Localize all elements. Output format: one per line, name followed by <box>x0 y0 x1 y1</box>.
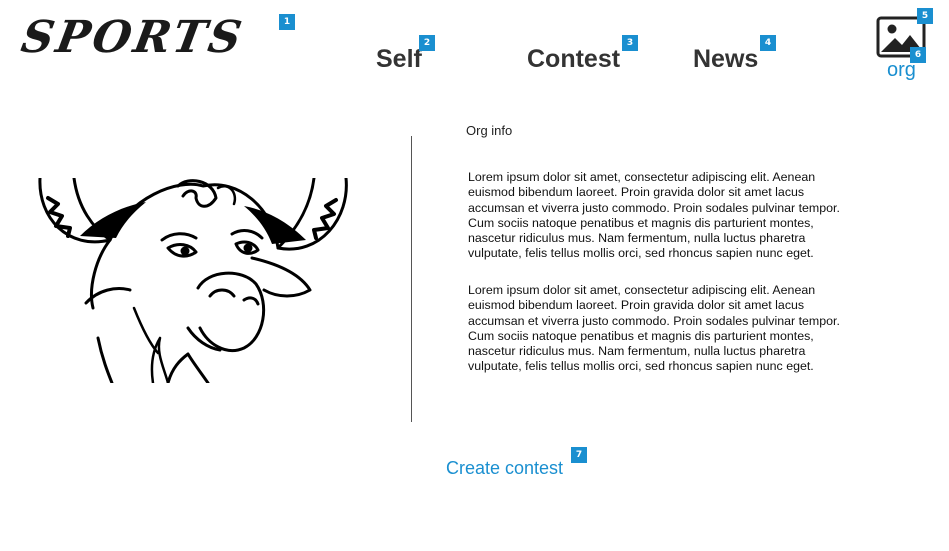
badge-3: 3 <box>622 35 638 51</box>
content-divider <box>411 136 412 422</box>
section-title: Org info <box>466 123 513 138</box>
org-logo <box>38 176 348 385</box>
nav-contest[interactable]: Contest <box>527 47 620 72</box>
nav-self[interactable]: Self <box>376 47 422 72</box>
create-contest-button[interactable]: Create contest <box>446 458 563 479</box>
org-description-paragraph-2: Lorem ipsum dolor sit amet, consectetur … <box>468 283 840 374</box>
org-description-paragraph-1: Lorem ipsum dolor sit amet, consectetur … <box>468 170 840 261</box>
badge-2: 2 <box>419 35 435 51</box>
badge-1: 1 <box>279 14 295 30</box>
org-link[interactable]: org <box>887 59 916 82</box>
badge-4: 4 <box>760 35 776 51</box>
gnu-head-icon <box>38 176 348 385</box>
badge-5: 5 <box>917 8 933 24</box>
nav-news[interactable]: News <box>693 47 758 72</box>
site-logo[interactable]: SPORTS <box>18 12 248 63</box>
badge-7: 7 <box>571 447 587 463</box>
